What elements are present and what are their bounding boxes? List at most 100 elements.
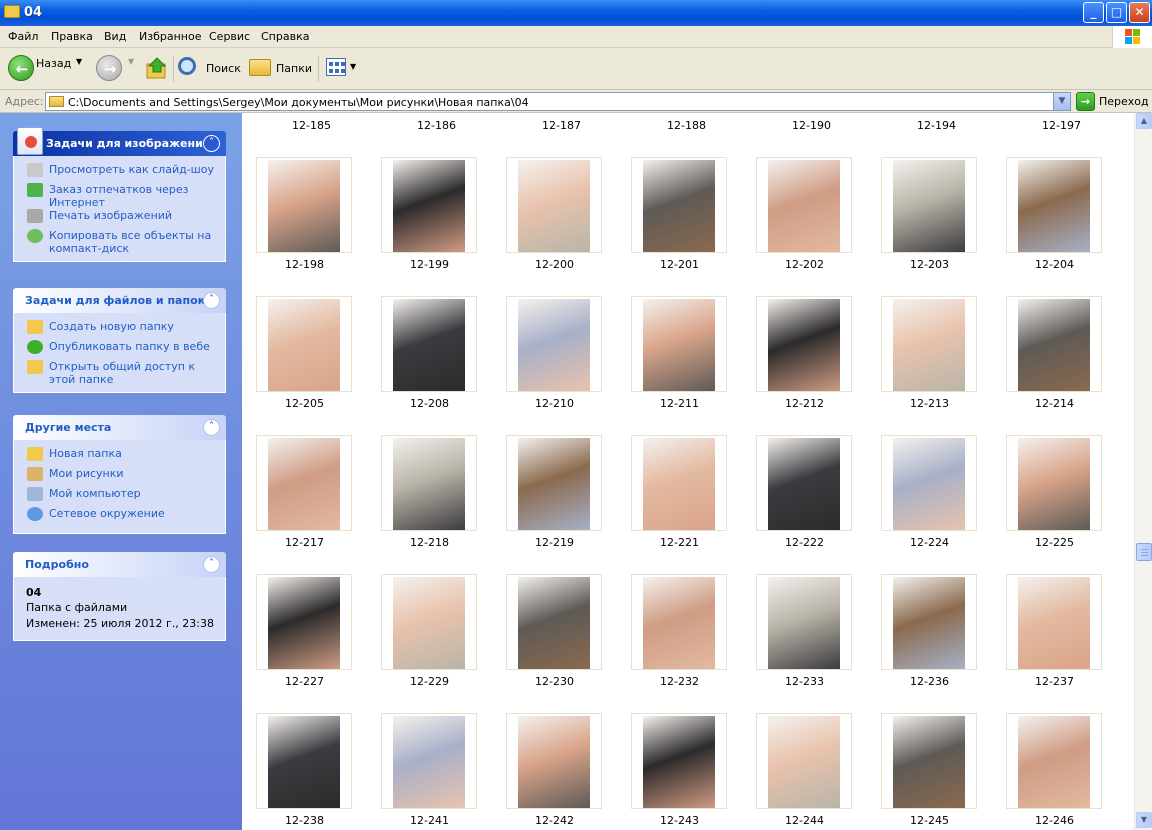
thumbnail-frame bbox=[631, 713, 727, 809]
thumbnail-item[interactable]: 12-222 bbox=[742, 435, 867, 574]
panel-header[interactable]: Подробно ˄ bbox=[13, 552, 226, 577]
thumbnail-item[interactable]: 12-225 bbox=[992, 435, 1117, 574]
scroll-down-icon[interactable]: ▼ bbox=[1136, 812, 1152, 828]
collapse-icon[interactable]: ˄ bbox=[203, 292, 220, 309]
thumbnail-item[interactable]: 12-202 bbox=[742, 157, 867, 296]
thumbnail-item[interactable]: 12-198 bbox=[242, 157, 367, 296]
thumbnail-item[interactable]: 12-232 bbox=[617, 574, 742, 713]
thumbnail-item[interactable]: 12-238 bbox=[242, 713, 367, 830]
menu-help[interactable]: Справка bbox=[261, 30, 309, 43]
thumbnail-frame bbox=[881, 435, 977, 531]
thumbnail-item[interactable]: 12-233 bbox=[742, 574, 867, 713]
folder-icon bbox=[27, 447, 43, 461]
folders-button[interactable]: Папки bbox=[249, 56, 312, 80]
order-prints-link[interactable]: Заказ отпечатков через Интернет bbox=[25, 183, 217, 209]
back-dropdown-icon[interactable]: ▼ bbox=[76, 57, 82, 66]
thumbnail-frame bbox=[1006, 574, 1102, 670]
thumbnail-item[interactable]: 12-205 bbox=[242, 296, 367, 435]
place-my-pictures[interactable]: Мои рисунки bbox=[25, 467, 217, 487]
thumbnail-item[interactable]: 12-245 bbox=[867, 713, 992, 830]
my-pictures-icon bbox=[27, 467, 43, 481]
thumbnail-item[interactable]: 12-213 bbox=[867, 296, 992, 435]
thumbnail-caption: 12-224 bbox=[910, 536, 949, 549]
thumbnail-caption: 12-204 bbox=[1035, 258, 1074, 271]
go-button[interactable]: → Переход bbox=[1076, 92, 1149, 111]
forward-dropdown-icon[interactable]: ▼ bbox=[128, 57, 134, 66]
thumbnail-item[interactable]: 12-200 bbox=[492, 157, 617, 296]
panel-header[interactable]: Другие места ˄ bbox=[13, 415, 226, 440]
place-new-folder[interactable]: Новая папка bbox=[25, 447, 217, 467]
thumbnail-item[interactable]: 12-190 bbox=[749, 113, 874, 135]
new-folder-link[interactable]: Создать новую папку bbox=[25, 320, 217, 340]
title-bar[interactable]: 04 _ □ ✕ bbox=[0, 0, 1152, 26]
thumbnail-item[interactable]: 12-224 bbox=[867, 435, 992, 574]
copy-to-cd-link[interactable]: Копировать все объекты на компакт-диск bbox=[25, 229, 217, 255]
minimize-button[interactable]: _ bbox=[1083, 2, 1104, 23]
print-images-link[interactable]: Печать изображений bbox=[25, 209, 217, 229]
scroll-thumb[interactable] bbox=[1136, 543, 1152, 561]
menu-tools[interactable]: Сервис bbox=[209, 30, 250, 43]
menu-file[interactable]: Файл bbox=[8, 30, 38, 43]
details-type: Папка с файлами bbox=[26, 601, 128, 614]
thumbnail-item[interactable]: 12-229 bbox=[367, 574, 492, 713]
photo-thumbnail bbox=[393, 299, 465, 391]
thumbnail-caption: 12-219 bbox=[535, 536, 574, 549]
up-folder-button[interactable] bbox=[145, 56, 169, 80]
thumbnail-caption: 12-238 bbox=[285, 814, 324, 827]
panel-header[interactable]: Задачи для файлов и папок ˄ bbox=[13, 288, 226, 313]
thumbnail-item[interactable]: 12-212 bbox=[742, 296, 867, 435]
maximize-button[interactable]: □ bbox=[1106, 2, 1127, 23]
photo-thumbnail bbox=[893, 577, 965, 669]
thumbnail-item[interactable]: 12-204 bbox=[992, 157, 1117, 296]
thumbnail-item[interactable]: 12-214 bbox=[992, 296, 1117, 435]
views-button[interactable]: ▼ bbox=[326, 58, 358, 80]
collapse-icon[interactable]: ˄ bbox=[203, 135, 220, 152]
thumbnail-item[interactable]: 12-185 bbox=[249, 113, 374, 135]
publish-folder-link[interactable]: Опубликовать папку в вебе bbox=[25, 340, 217, 360]
thumbnail-item[interactable]: 12-246 bbox=[992, 713, 1117, 830]
thumbnail-item[interactable]: 12-217 bbox=[242, 435, 367, 574]
share-folder-link[interactable]: Открыть общий доступ к этой папке bbox=[25, 360, 217, 386]
thumbnail-item[interactable]: 12-227 bbox=[242, 574, 367, 713]
thumbnail-item[interactable]: 12-242 bbox=[492, 713, 617, 830]
search-button[interactable]: Поиск bbox=[178, 56, 246, 80]
thumbnail-item[interactable]: 12-244 bbox=[742, 713, 867, 830]
menu-favorites[interactable]: Избранное bbox=[139, 30, 201, 43]
thumbnail-item[interactable]: 12-187 bbox=[499, 113, 624, 135]
place-network[interactable]: Сетевое окружение bbox=[25, 507, 217, 527]
scroll-up-icon[interactable]: ▲ bbox=[1136, 113, 1152, 129]
file-view: 12-185 12-186 12-187 12-188 12-190 12-194 12-1… bbox=[242, 113, 1134, 830]
up-folder-icon bbox=[146, 57, 167, 79]
thumbnail-item[interactable]: 12-236 bbox=[867, 574, 992, 713]
thumbnail-item[interactable]: 12-237 bbox=[992, 574, 1117, 713]
menu-view[interactable]: Вид bbox=[104, 30, 126, 43]
thumbnail-item[interactable]: 12-218 bbox=[367, 435, 492, 574]
vertical-scrollbar[interactable]: ▲ ▼ bbox=[1134, 113, 1152, 830]
thumbnail-item[interactable]: 12-199 bbox=[367, 157, 492, 296]
thumbnail-item[interactable]: 12-197 bbox=[999, 113, 1124, 135]
menu-edit[interactable]: Правка bbox=[51, 30, 93, 43]
thumbnail-item[interactable]: 12-243 bbox=[617, 713, 742, 830]
address-input[interactable]: C:\Documents and Settings\Sergey\Мои док… bbox=[45, 92, 1071, 111]
collapse-icon[interactable]: ˄ bbox=[203, 556, 220, 573]
address-bar: Адрес: C:\Documents and Settings\Sergey\… bbox=[0, 90, 1152, 113]
thumbnail-item[interactable]: 12-201 bbox=[617, 157, 742, 296]
address-dropdown-icon[interactable]: ▼ bbox=[1053, 93, 1070, 110]
thumbnail-item[interactable]: 12-221 bbox=[617, 435, 742, 574]
thumbnail-item[interactable]: 12-241 bbox=[367, 713, 492, 830]
slideshow-link[interactable]: Просмотреть как слайд-шоу bbox=[25, 163, 217, 183]
thumbnail-item[interactable]: 12-210 bbox=[492, 296, 617, 435]
thumbnail-item[interactable]: 12-219 bbox=[492, 435, 617, 574]
place-my-computer[interactable]: Мой компьютер bbox=[25, 487, 217, 507]
thumbnail-item[interactable]: 12-211 bbox=[617, 296, 742, 435]
thumbnail-item[interactable]: 12-208 bbox=[367, 296, 492, 435]
thumbnail-item[interactable]: 12-186 bbox=[374, 113, 499, 135]
thumbnail-item[interactable]: 12-194 bbox=[874, 113, 999, 135]
panel-header[interactable]: Задачи для изображений ˄ bbox=[13, 127, 226, 156]
thumbnail-caption: 12-185 bbox=[292, 119, 331, 132]
thumbnail-item[interactable]: 12-188 bbox=[624, 113, 749, 135]
collapse-icon[interactable]: ˄ bbox=[203, 419, 220, 436]
close-button[interactable]: ✕ bbox=[1129, 2, 1150, 23]
thumbnail-item[interactable]: 12-203 bbox=[867, 157, 992, 296]
thumbnail-item[interactable]: 12-230 bbox=[492, 574, 617, 713]
